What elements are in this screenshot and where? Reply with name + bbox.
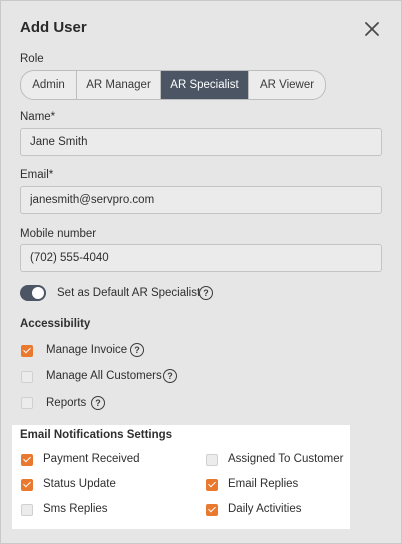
default-specialist-label: Set as Default AR Specialist — [57, 287, 201, 299]
name-label: Name* — [20, 111, 56, 123]
mobile-input[interactable] — [20, 244, 382, 272]
name-input[interactable] — [20, 128, 382, 156]
dialog-title: Add User — [20, 19, 87, 36]
manage-all-customers-checkbox[interactable] — [21, 371, 33, 383]
help-icon[interactable]: ? — [199, 286, 213, 300]
toggle-knob — [32, 287, 44, 299]
manage-all-customers-label: Manage All Customers — [46, 370, 162, 382]
add-user-dialog: Add User Role Admin AR Manager AR Specia… — [0, 0, 402, 544]
close-icon[interactable] — [362, 19, 382, 39]
role-option-ar-viewer[interactable]: AR Viewer — [249, 71, 325, 99]
daily-activities-label: Daily Activities — [228, 503, 302, 515]
manage-invoice-checkbox[interactable] — [21, 345, 33, 357]
assigned-to-customer-checkbox[interactable] — [206, 454, 218, 466]
payment-received-checkbox[interactable] — [21, 454, 33, 466]
payment-received-label: Payment Received — [43, 453, 140, 465]
email-notifications-title: Email Notifications Settings — [20, 429, 173, 441]
help-icon[interactable]: ? — [163, 369, 177, 383]
status-update-checkbox[interactable] — [21, 479, 33, 491]
email-replies-checkbox[interactable] — [206, 479, 218, 491]
status-update-label: Status Update — [43, 478, 116, 490]
manage-invoice-label: Manage Invoice — [46, 344, 128, 356]
mobile-label: Mobile number — [20, 228, 97, 240]
email-replies-label: Email Replies — [228, 478, 299, 490]
role-option-admin[interactable]: Admin — [21, 71, 77, 99]
email-input[interactable] — [20, 186, 382, 214]
accessibility-title: Accessibility — [20, 318, 91, 330]
sms-replies-label: Sms Replies — [43, 503, 108, 515]
role-segmented-control: Admin AR Manager AR Specialist AR Viewer — [20, 70, 326, 100]
email-label: Email* — [20, 169, 54, 181]
reports-label: Reports — [46, 397, 87, 409]
role-option-ar-manager[interactable]: AR Manager — [77, 71, 161, 99]
sms-replies-checkbox[interactable] — [21, 504, 33, 516]
role-option-ar-specialist[interactable]: AR Specialist — [161, 71, 249, 99]
help-icon[interactable]: ? — [91, 396, 105, 410]
reports-checkbox[interactable] — [21, 397, 33, 409]
role-label: Role — [20, 53, 44, 65]
help-icon[interactable]: ? — [130, 343, 144, 357]
default-specialist-toggle[interactable] — [20, 285, 46, 301]
assigned-to-customer-label: Assigned To Customer — [228, 453, 344, 465]
daily-activities-checkbox[interactable] — [206, 504, 218, 516]
